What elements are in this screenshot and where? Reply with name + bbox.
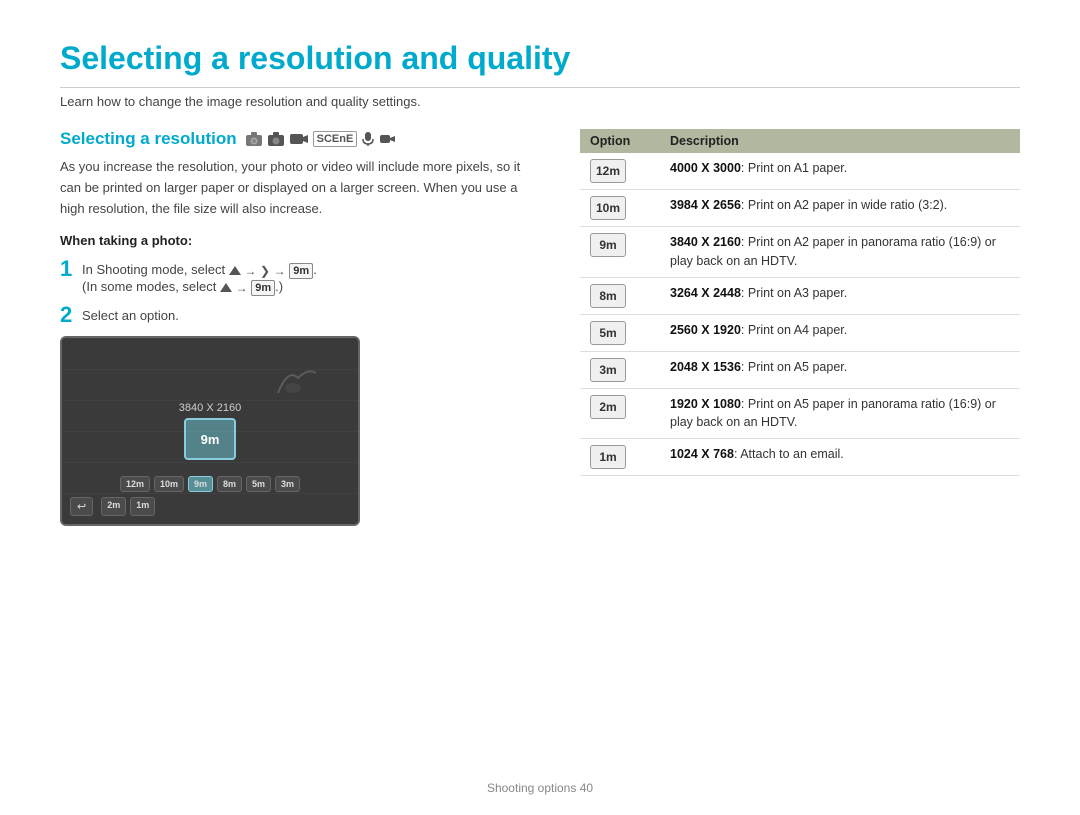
video-icon	[289, 131, 309, 147]
option-table: Option Description 12m4000 X 3000: Print…	[580, 129, 1020, 476]
step-1-label: In Shooting mode, select	[82, 262, 225, 277]
option-icon-8m: 8m	[590, 284, 626, 308]
page-title: Selecting a resolution and quality	[60, 40, 1020, 88]
step-2-text: Select an option.	[82, 304, 540, 323]
option-desc-text: : Print on A3 paper.	[741, 286, 847, 300]
when-taking-heading: When taking a photo:	[60, 233, 540, 248]
col-option-header: Option	[580, 129, 660, 153]
option-icon-cell: 12m	[580, 153, 660, 190]
arrow-right-2-icon: ❯	[260, 264, 270, 278]
option-desc-cell: 3984 X 2656: Print on A2 paper in wide r…	[660, 190, 1020, 227]
option-icon-cell: 10m	[580, 190, 660, 227]
icon-5m: 5m	[246, 476, 271, 492]
option-icon-12m: 12m	[590, 159, 626, 183]
option-bold-val: 3264 X 2448	[670, 286, 741, 300]
option-icon-cell: 2m	[580, 388, 660, 439]
arrow-right-3: →	[274, 264, 286, 278]
table-row: 5m 2560 X 1920: Print on A4 paper.	[580, 314, 1020, 351]
option-desc-cell: 2560 X 1920: Print on A4 paper.	[660, 314, 1020, 351]
step-1-sub-icon: 9m	[251, 280, 275, 296]
section-title: Selecting a resolution	[60, 129, 237, 149]
option-icon-5m: 5m	[590, 321, 626, 345]
option-desc-cell: 3840 X 2160: Print on A2 paper in panora…	[660, 227, 1020, 278]
step-1-number: 1	[60, 258, 76, 280]
option-bold-val: 4000 X 3000	[670, 161, 741, 175]
icon-2m: 2m	[101, 497, 126, 516]
arrow-right-icon: →	[244, 264, 256, 278]
camera-icon-2	[267, 131, 285, 147]
triangle-up-2-icon	[220, 283, 232, 292]
section-mode-icons: SCEnE	[245, 131, 398, 147]
option-bold-val: 1024 X 768	[670, 447, 734, 461]
page-footer: Shooting options 40	[0, 781, 1080, 795]
icon-8m: 8m	[217, 476, 242, 492]
icon-row-1: 12m 10m 9m 8m 5m 3m	[62, 472, 358, 496]
option-bold-val: 2048 X 1536	[670, 360, 741, 374]
step-1-text: In Shooting mode, select → ❯ → 9m. (In s…	[82, 258, 540, 296]
icon-12m: 12m	[120, 476, 150, 492]
step-2-number: 2	[60, 304, 76, 326]
option-desc-text: : Attach to an email.	[734, 447, 844, 461]
option-icon-cell: 5m	[580, 314, 660, 351]
option-bold-val: 3984 X 2656	[670, 198, 741, 212]
option-icon-3m: 3m	[590, 358, 626, 382]
option-bold-val: 2560 X 1920	[670, 323, 741, 337]
icon-9m-selected: 9m	[188, 476, 213, 492]
option-desc-cell: 2048 X 1536: Print on A5 paper.	[660, 351, 1020, 388]
option-icon-cell: 8m	[580, 277, 660, 314]
table-row: 9m 3840 X 2160: Print on A2 paper in pano…	[580, 227, 1020, 278]
page: Selecting a resolution and quality Learn…	[0, 0, 1080, 815]
camera-screen: 3840 X 2160 9m 12m 10m 9m 8m 5m 3m ↩ 2m …	[60, 336, 360, 526]
left-column: Selecting a resolution	[60, 129, 540, 526]
option-icon-cell: 1m	[580, 439, 660, 476]
option-bold-val: 1920 X 1080	[670, 397, 741, 411]
option-bold-val: 3840 X 2160	[670, 235, 741, 249]
arrow-right-4: →	[236, 281, 248, 295]
option-icon-1m: 1m	[590, 445, 626, 469]
option-icon-2m: 2m	[590, 395, 626, 419]
step-1-icon-9m: 9m	[289, 263, 313, 279]
right-column: Option Description 12m4000 X 3000: Print…	[580, 129, 1020, 526]
icon-1m: 1m	[130, 497, 155, 516]
option-desc-cell: 3264 X 2448: Print on A3 paper.	[660, 277, 1020, 314]
step-2: 2 Select an option.	[60, 304, 540, 326]
option-icon-cell: 9m	[580, 227, 660, 278]
footer-text: Shooting options 40	[487, 781, 593, 795]
table-row: 8m 3264 X 2448: Print on A3 paper.	[580, 277, 1020, 314]
scene-text: SCEnE	[313, 131, 358, 147]
back-icon: ↩	[70, 497, 93, 516]
step-2-label: Select an option.	[82, 308, 179, 323]
table-row: 2m 1920 X 1080: Print on A5 paper in pano…	[580, 388, 1020, 439]
option-icon-10m: 10m	[590, 196, 626, 220]
option-desc-text: : Print on A2 paper in wide ratio (3:2).	[741, 198, 947, 212]
main-content: Selecting a resolution	[60, 129, 1020, 526]
section-body: As you increase the resolution, your pho…	[60, 157, 540, 219]
option-icon-cell: 3m	[580, 351, 660, 388]
table-row: 3m 2048 X 1536: Print on A5 paper.	[580, 351, 1020, 388]
camera-icon-1	[245, 131, 263, 147]
step-1: 1 In Shooting mode, select → ❯ → 9m. (In…	[60, 258, 540, 296]
option-desc-text: : Print on A4 paper.	[741, 323, 847, 337]
table-row: 12m 4000 X 3000: Print on A1 paper.	[580, 153, 1020, 190]
option-desc-cell: 4000 X 3000: Print on A1 paper.	[660, 153, 1020, 190]
table-header-row: Option Description	[580, 129, 1020, 153]
option-icon-9m: 9m	[590, 233, 626, 257]
icon-3m: 3m	[275, 476, 300, 492]
icon-row-2: ↩ 2m 1m	[62, 497, 358, 516]
mic-icon	[361, 131, 375, 147]
triangle-up-icon	[229, 266, 241, 275]
section-heading: Selecting a resolution	[60, 129, 540, 149]
step-1-sub: (In some modes, select	[82, 279, 216, 294]
icon-10m: 10m	[154, 476, 184, 492]
page-subtitle: Learn how to change the image resolution…	[60, 94, 1020, 109]
table-row: 10m 3984 X 2656: Print on A2 paper in wid…	[580, 190, 1020, 227]
video-mode-icon	[379, 131, 397, 147]
option-desc-text: : Print on A1 paper.	[741, 161, 847, 175]
option-desc-text: : Print on A5 paper.	[741, 360, 847, 374]
col-description-header: Description	[660, 129, 1020, 153]
table-row: 1m 1024 X 768: Attach to an email.	[580, 439, 1020, 476]
option-desc-cell: 1024 X 768: Attach to an email.	[660, 439, 1020, 476]
option-desc-cell: 1920 X 1080: Print on A5 paper in panora…	[660, 388, 1020, 439]
camera-screen-inner: 3840 X 2160 9m 12m 10m 9m 8m 5m 3m ↩ 2m …	[62, 338, 358, 524]
